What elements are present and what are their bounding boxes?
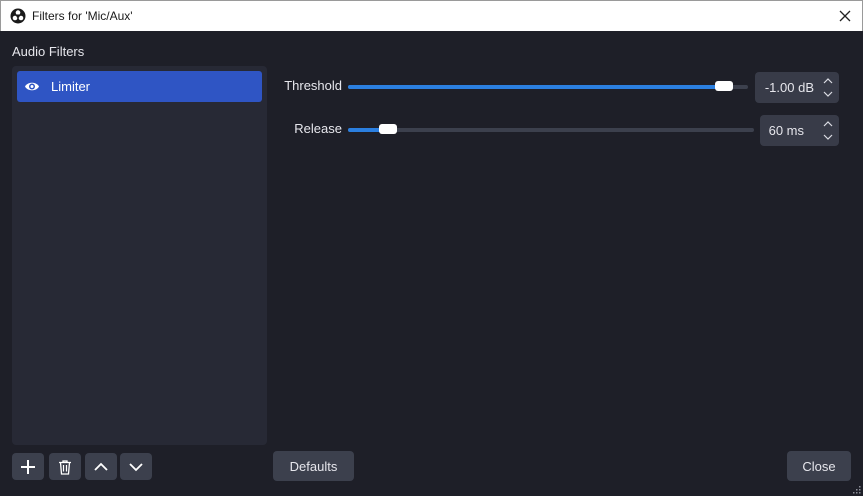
chevron-up-icon [94,462,108,471]
filter-item-label: Limiter [51,79,91,94]
spin-down-icon[interactable] [821,88,835,100]
title-bar: Filters for 'Mic/Aux' [0,0,863,31]
plus-icon [21,459,35,474]
release-label: Release [294,121,342,136]
move-up-button[interactable] [85,453,117,480]
threshold-spinbox[interactable]: -1.00 dB [755,72,839,103]
release-spinbox[interactable]: 60 ms [760,115,839,146]
spin-down-icon[interactable] [821,131,835,143]
threshold-slider-fill [348,85,724,89]
release-slider[interactable] [348,124,754,134]
obs-logo-icon [10,8,26,24]
threshold-slider-handle[interactable] [715,81,733,91]
close-button[interactable]: Close [787,451,851,481]
add-filter-button[interactable] [12,453,44,480]
threshold-label: Threshold [284,78,342,93]
spin-up-icon[interactable] [821,75,835,87]
section-label: Audio Filters [12,44,85,59]
remove-filter-button[interactable] [49,453,81,480]
filter-list: Limiter [12,66,267,445]
filter-item-limiter[interactable]: Limiter [17,71,262,102]
threshold-slider[interactable] [348,81,748,91]
chevron-down-icon [129,462,143,471]
move-down-button[interactable] [120,453,152,480]
spin-up-icon[interactable] [821,118,835,130]
threshold-value[interactable]: -1.00 dB [755,80,814,95]
eye-icon[interactable] [24,80,40,93]
close-icon[interactable] [837,8,853,24]
release-value[interactable]: 60 ms [760,123,804,138]
resize-grip-icon[interactable] [852,485,861,494]
release-slider-handle[interactable] [379,124,397,134]
defaults-button[interactable]: Defaults [273,451,354,481]
window-title: Filters for 'Mic/Aux' [32,9,133,23]
trash-icon [59,459,71,475]
